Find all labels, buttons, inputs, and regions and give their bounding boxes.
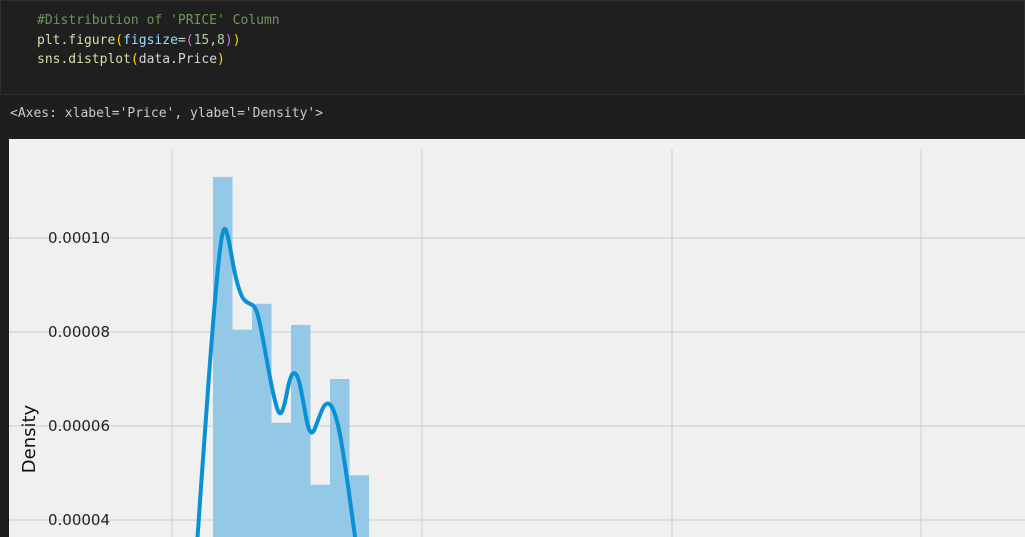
comma: , <box>209 33 218 48</box>
code-line-distplot: sns.distplot(data.Price) <box>37 52 225 67</box>
paren: ( <box>115 33 124 48</box>
paren: ) <box>224 33 233 48</box>
paren: ) <box>217 52 225 67</box>
function-name: sns.distplot <box>37 52 131 67</box>
paren: ( <box>130 52 139 67</box>
paren: ( <box>185 33 194 48</box>
number: 8 <box>217 33 225 48</box>
y-tick-label: 0.00004 <box>48 511 110 529</box>
paren: ) <box>232 33 241 48</box>
y-ticks: 0.00010 0.00008 0.00006 0.00004 <box>48 229 110 529</box>
comment-line: #Distribution of 'PRICE' Column <box>37 13 280 28</box>
grid <box>9 149 1025 537</box>
histogram-bar <box>291 324 311 537</box>
y-tick-label: 0.00010 <box>48 229 110 247</box>
distribution-plot: 0.00010 0.00008 0.00006 0.00004 Density <box>9 139 1025 537</box>
histogram-bar <box>310 484 330 537</box>
operator: = <box>177 33 186 48</box>
number: 15 <box>193 33 210 48</box>
code-cell[interactable]: #Distribution of 'PRICE' Column plt.figu… <box>0 0 1025 95</box>
function-name: plt.figure <box>37 33 116 48</box>
y-tick-label: 0.00006 <box>48 417 110 435</box>
chart-svg: 0.00010 0.00008 0.00006 0.00004 Density <box>9 149 1025 537</box>
histogram-bar <box>330 379 350 537</box>
y-axis-label: Density <box>19 404 40 473</box>
y-tick-label: 0.00008 <box>48 323 110 341</box>
param-name: figsize <box>123 33 178 48</box>
histogram-bar <box>271 422 291 537</box>
output-repr: <Axes: xlabel='Price', ylabel='Density'> <box>10 106 324 121</box>
code-line-figure: plt.figure(figsize=(15,8)) <box>37 33 241 48</box>
histogram-bar <box>232 329 252 537</box>
argument: data.Price <box>138 52 218 67</box>
